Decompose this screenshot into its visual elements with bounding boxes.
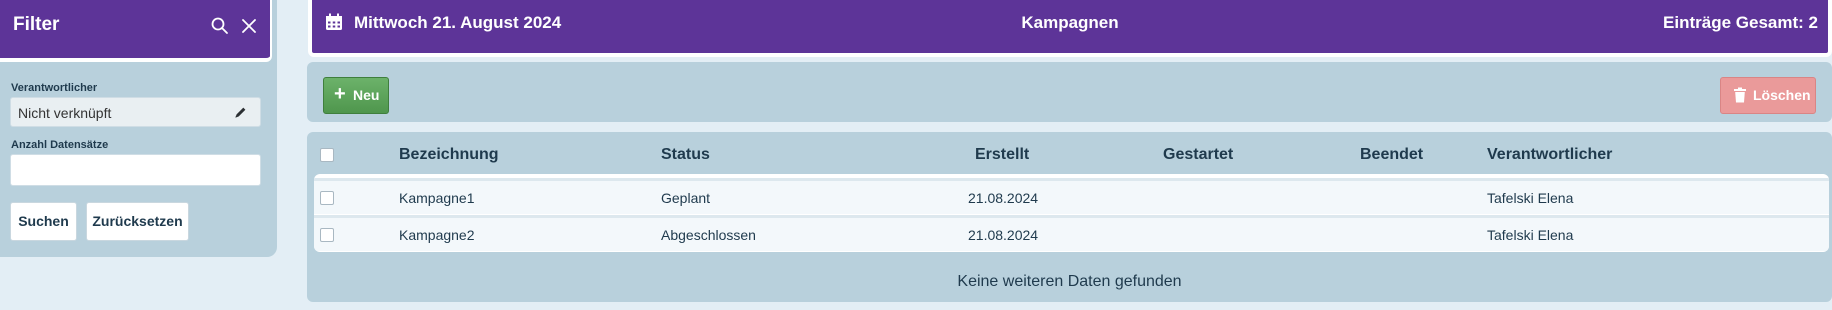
table-header: Bezeichnung Status Erstellt Gestartet Be… [307,132,1832,178]
filter-title: Filter [13,14,60,35]
no-more-data-message: Keine weiteren Daten gefunden [957,273,1182,290]
cell-status: Abgeschlossen [661,227,756,243]
select-all-checkbox[interactable] [320,148,334,162]
column-header-gestartet[interactable]: Gestartet [1163,146,1233,164]
responsible-value: Nicht verknüpft [18,105,112,121]
total-entries: Einträge Gesamt: 2 [1663,13,1818,32]
page-title: Kampagnen [1021,13,1119,32]
cell-erstellt: 21.08.2024 [968,227,1039,243]
count-label: Anzahl Datensätze [11,139,109,151]
row-checkbox[interactable] [320,228,334,242]
cell-status: Geplant [661,190,711,206]
cell-bezeichnung: Kampagne2 [399,227,475,243]
cell-erstellt: 21.08.2024 [968,190,1039,206]
search-button[interactable]: Suchen [10,202,77,241]
new-button-label: Neu [353,87,380,103]
row-checkbox[interactable] [320,191,334,205]
column-header-bezeichnung[interactable]: Bezeichnung [399,146,499,164]
reset-button[interactable]: Zurücksetzen [86,202,189,241]
search-icon[interactable] [210,16,230,36]
column-header-erstellt[interactable]: Erstellt [975,146,1029,164]
column-header-beendet[interactable]: Beendet [1360,146,1423,164]
cell-bezeichnung: Kampagne1 [399,190,475,206]
toolbar: + Neu Löschen [307,62,1832,122]
campaign-table: Bezeichnung Status Erstellt Gestartet Be… [307,132,1832,302]
count-input[interactable] [10,154,261,186]
table-row[interactable]: Kampagne1 Geplant 21.08.2024 Tafelski El… [314,178,1829,214]
new-button[interactable]: + Neu [323,77,389,114]
column-header-verantwortlicher[interactable]: Verantwortlicher [1487,146,1612,164]
cell-verantwortlicher: Tafelski Elena [1487,227,1574,243]
plus-icon: + [334,83,346,105]
filter-panel: Filter Verantwortlicher Nicht verknüpft … [0,0,277,257]
table-row[interactable]: Kampagne2 Abgeschlossen 21.08.2024 Tafel… [314,215,1829,251]
column-header-status[interactable]: Status [661,146,710,164]
responsible-label: Verantwortlicher [11,82,98,94]
top-bar: Mittwoch 21. August 2024 Kampagnen Eintr… [308,0,1832,57]
filter-header: Filter [0,0,272,62]
cell-verantwortlicher: Tafelski Elena [1487,190,1574,206]
table-body: Kampagne1 Geplant 21.08.2024 Tafelski El… [314,174,1829,252]
delete-button[interactable]: Löschen [1720,77,1816,114]
delete-button-label: Löschen [1753,87,1811,103]
pencil-icon[interactable] [233,105,248,120]
trash-icon [1734,87,1746,103]
close-icon[interactable] [239,16,259,36]
responsible-field[interactable]: Nicht verknüpft [10,97,261,127]
